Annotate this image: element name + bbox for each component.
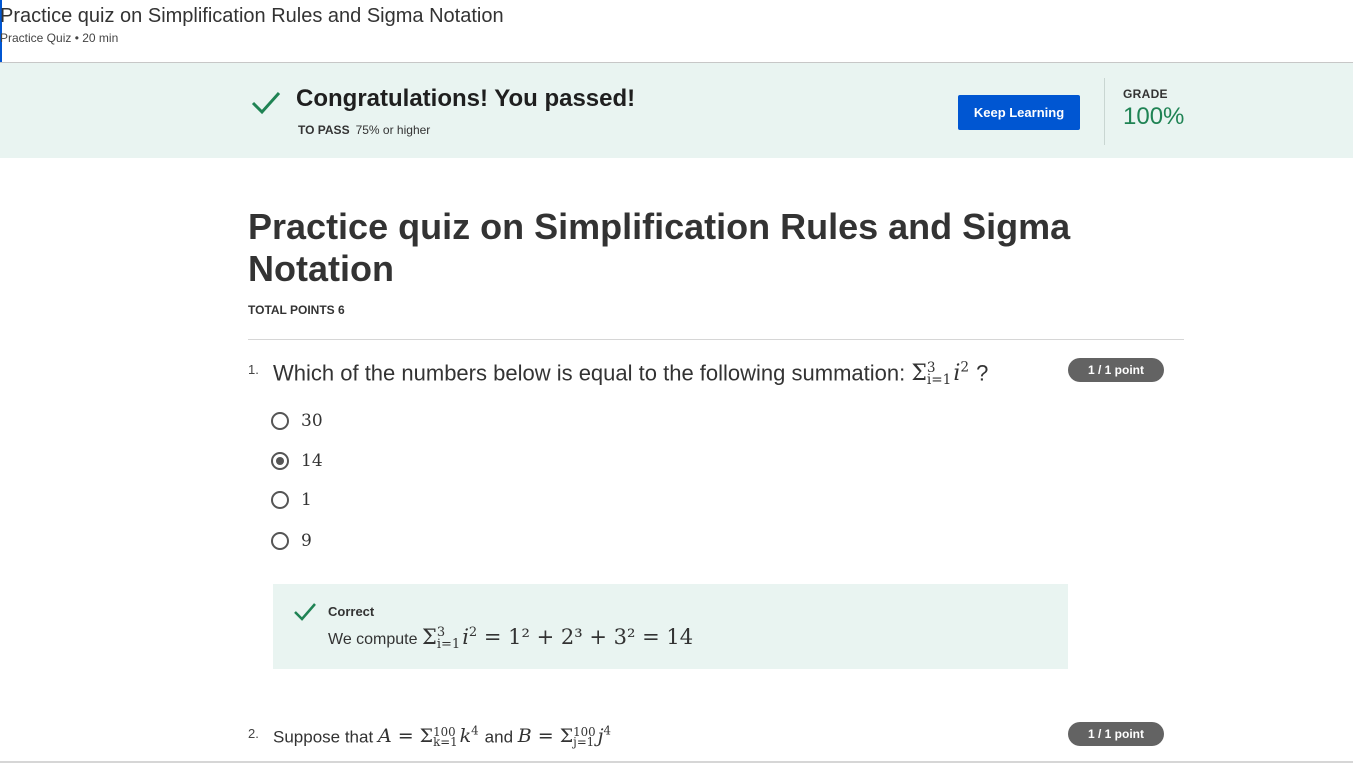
summand-exponent: 4	[603, 724, 612, 738]
answer-option[interactable]: 14	[271, 449, 323, 473]
quiz-title: Practice quiz on Simplification Rules an…	[248, 206, 1071, 289]
radio-button-selected[interactable]	[271, 452, 289, 470]
question-text: Suppose that A = Σ 100 k=1 k4 and B = Σ 100 j…	[273, 724, 611, 748]
lower-bound: k=1	[433, 735, 458, 750]
total-points: TOTAL POINTS 6	[248, 303, 345, 317]
feedback-math: Σ 3 i=1 i2 = 1² + 2³ + 3² = 14	[421, 625, 694, 652]
feedback-status: Correct	[328, 604, 375, 619]
question-number: 1.	[248, 362, 259, 377]
question-text: Which of the numbers below is equal to t…	[273, 360, 988, 387]
a-variable: A	[377, 725, 392, 748]
result-banner: Congratulations! You passed! TO PASS 75% …	[0, 63, 1353, 158]
answer-feedback: Correct We compute Σ 3 i=1 i2 = 1² + 2³ + 3…	[273, 584, 1068, 669]
grade-value: 100%	[1123, 103, 1185, 130]
points-badge: 1 / 1 point	[1068, 358, 1164, 382]
radio-button[interactable]	[271, 491, 289, 509]
b-variable: B	[517, 725, 532, 748]
grade-label: GRADE	[1123, 87, 1168, 101]
answer-option[interactable]: 1	[271, 488, 312, 512]
option-label: 9	[301, 531, 312, 551]
check-icon	[294, 603, 316, 621]
lower-bound: i=1	[926, 372, 952, 389]
feedback-text: We compute	[328, 631, 418, 648]
lower-bound: i=1	[436, 636, 461, 652]
summand-exponent: 4	[471, 724, 479, 738]
sigma-symbol: Σ	[911, 361, 927, 387]
quiz-meta: Practice Quiz • 20 min	[0, 31, 119, 45]
to-pass-label: TO PASS	[298, 123, 350, 137]
question-number: 2.	[248, 726, 259, 741]
sigma-symbol: Σ	[421, 625, 437, 649]
feedback-result: = 1² + 2³ + 3² = 14	[483, 625, 694, 649]
answer-option[interactable]: 9	[271, 529, 312, 553]
a-definition: A = Σ 100 k=1 k4	[377, 724, 479, 750]
section-divider	[248, 339, 1184, 340]
option-label: 14	[301, 451, 323, 471]
option-label: 1	[301, 490, 312, 510]
b-definition: B = Σ 100 j=1 j4	[517, 724, 612, 750]
radio-button[interactable]	[271, 412, 289, 430]
summand-variable: k	[459, 725, 472, 748]
lower-bound: j=1	[573, 735, 595, 750]
feedback-explanation: We compute Σ 3 i=1 i2 = 1² + 2³ + 3² = 14	[328, 625, 693, 650]
answer-option[interactable]: 30	[271, 409, 323, 433]
check-icon	[251, 91, 281, 115]
top-header: Practice quiz on Simplification Rules an…	[0, 0, 1353, 63]
question-mark: ?	[976, 360, 989, 386]
summand-exponent: 2	[960, 360, 970, 376]
summation-expression: Σ 3 i=1 i2	[911, 360, 976, 389]
summand-exponent: 2	[468, 625, 478, 640]
question-prompt: Suppose that	[273, 727, 374, 747]
option-label: 30	[301, 411, 323, 431]
question-prompt: Which of the numbers below is equal to t…	[273, 360, 906, 386]
summand-variable: i	[462, 625, 469, 649]
keep-learning-button[interactable]: Keep Learning	[958, 95, 1080, 130]
pass-headline: Congratulations! You passed!	[296, 85, 636, 112]
pass-requirement: TO PASS 75% or higher	[298, 123, 430, 137]
radio-button[interactable]	[271, 532, 289, 550]
page-header-title: Practice quiz on Simplification Rules an…	[0, 5, 504, 27]
points-badge: 1 / 1 point	[1068, 722, 1164, 746]
and-word: and	[484, 727, 514, 747]
to-pass-value: 75% or higher	[355, 123, 431, 137]
banner-divider	[1104, 78, 1105, 145]
